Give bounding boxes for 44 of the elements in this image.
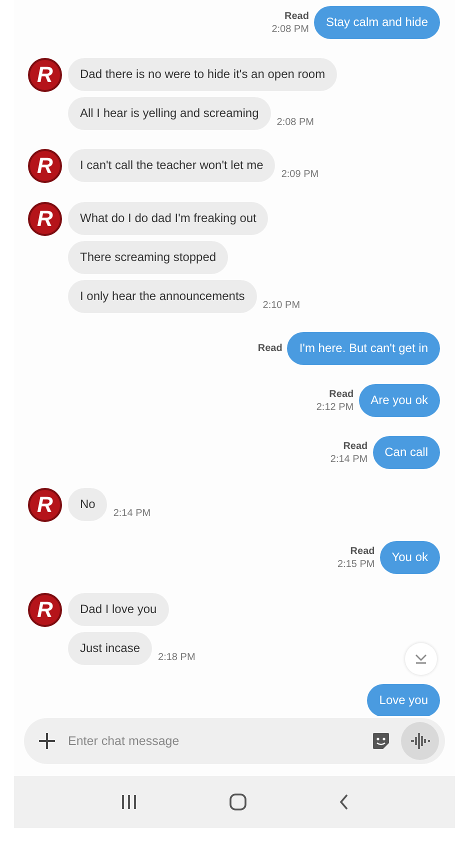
read-receipt: Read <box>258 342 282 355</box>
timestamp: 2:18 PM <box>158 652 196 663</box>
avatar: R <box>28 593 62 627</box>
read-receipt: Read <box>343 440 368 452</box>
message-input[interactable]: Enter chat message <box>66 733 361 749</box>
message-bubble: I can't call the teacher won't let me <box>68 149 276 182</box>
read-receipt: Read <box>284 10 309 22</box>
read-receipt: Read <box>350 544 375 558</box>
timestamp: 2:14 PM <box>330 452 368 466</box>
message-bubble: All I hear is yelling and screaming <box>68 97 271 130</box>
message-bubble: Are you ok <box>358 384 440 417</box>
timestamp: 2:10 PM <box>262 300 300 311</box>
message-bubble: What do I do dad I'm freaking out <box>68 202 268 235</box>
avatar: R <box>28 58 62 92</box>
timestamp: 2:15 PM <box>337 558 375 570</box>
message-bubble: Stay calm and hide <box>314 6 440 39</box>
timestamp: 2:14 PM <box>113 508 151 519</box>
message-bubble: Can call <box>372 436 440 469</box>
avatar: R <box>28 488 62 522</box>
add-icon[interactable] <box>38 732 56 750</box>
back-button[interactable] <box>339 794 350 810</box>
read-receipt: Read <box>329 388 354 400</box>
message-bubble: Just incase <box>68 632 152 665</box>
message-bubble: There screaming stopped <box>68 241 228 274</box>
message-bubble: You ok <box>380 541 440 574</box>
message-bubble: No <box>68 488 108 521</box>
chevron-down-icon <box>414 653 428 665</box>
recent-apps-button[interactable] <box>120 794 138 810</box>
waveform-icon <box>409 731 431 751</box>
avatar: R <box>28 202 62 236</box>
timestamp: 2:08 PM <box>272 22 309 36</box>
message-bubble: Dad there is no were to hide it's an open room <box>68 58 338 91</box>
message-bubble: Love you <box>367 684 440 716</box>
message-bubble: Dad I love you <box>68 593 169 626</box>
timestamp: 2:09 PM <box>281 169 319 180</box>
message-bubble: I'm here. But can't get in <box>287 332 440 365</box>
avatar: R <box>28 149 62 183</box>
voice-button[interactable] <box>401 722 439 760</box>
scroll-down-button[interactable] <box>405 643 437 675</box>
sticker-icon[interactable] <box>371 731 391 751</box>
message-bubble: I only hear the announcements <box>68 280 257 313</box>
home-button[interactable] <box>229 793 248 811</box>
timestamp: 2:12 PM <box>316 400 354 414</box>
timestamp: 2:08 PM <box>276 117 314 128</box>
